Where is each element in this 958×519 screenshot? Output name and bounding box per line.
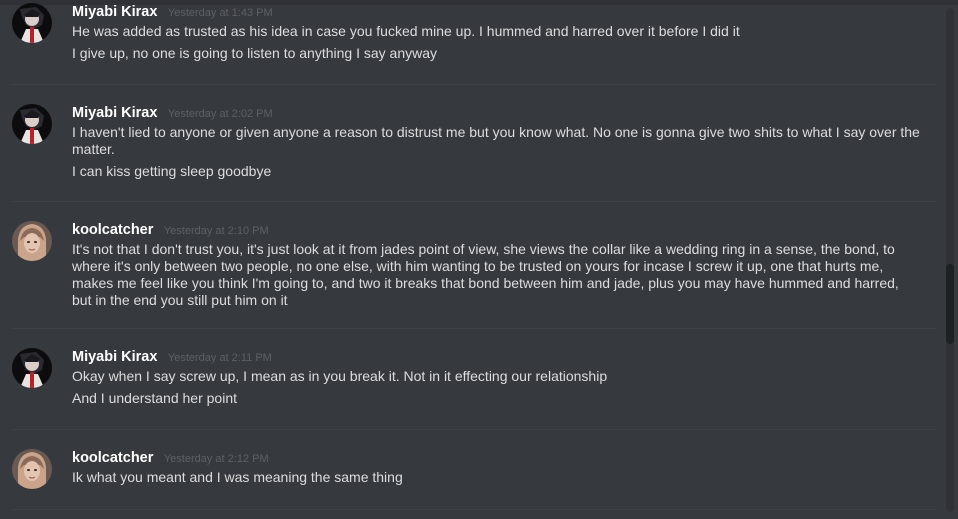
message-header: koolcatcher Yesterday at 2:12 PM — [72, 449, 922, 469]
message-group: koolcatcher Yesterday at 2:10 PM It's no… — [12, 221, 936, 329]
message-content: koolcatcher Yesterday at 2:10 PM It's no… — [72, 221, 922, 309]
message-text: I haven't lied to anyone or given anyone… — [72, 124, 920, 157]
scrollbar-thumb[interactable] — [946, 264, 954, 344]
message-text: He was added as trusted as his idea in c… — [72, 23, 740, 39]
message-group: Miyabi Kirax Yesterday at 2:11 PM Okay w… — [12, 348, 936, 430]
message-text: Ik what you meant and I was meaning the … — [72, 469, 403, 485]
user-avatar[interactable] — [12, 449, 52, 489]
message-text: Okay when I say screw up, I mean as in y… — [72, 368, 608, 384]
username[interactable]: Miyabi Kirax — [72, 349, 157, 365]
username[interactable]: koolcatcher — [72, 222, 153, 238]
timestamp: Yesterday at 2:02 PM — [167, 108, 273, 120]
message-group: Miyabi Kirax Yesterday at 1:43 PM He was… — [12, 3, 936, 85]
message-content: Miyabi Kirax Yesterday at 1:43 PM He was… — [72, 3, 922, 62]
message-content: Miyabi Kirax Yesterday at 2:11 PM Okay w… — [72, 348, 922, 407]
username[interactable]: Miyabi Kirax — [72, 105, 157, 121]
chat-messages: Miyabi Kirax Yesterday at 1:43 PM He was… — [0, 0, 958, 519]
user-avatar[interactable] — [12, 221, 52, 261]
timestamp: Yesterday at 2:12 PM — [163, 453, 269, 465]
message-content: koolcatcher Yesterday at 2:12 PM Ik what… — [72, 449, 922, 486]
message-group: koolcatcher Yesterday at 2:12 PM Ik what… — [12, 449, 936, 510]
user-avatar[interactable] — [12, 104, 52, 144]
user-avatar[interactable] — [12, 3, 52, 43]
message-text: I can kiss getting sleep goodbye — [72, 163, 272, 179]
message-text: It's not that I don't trust you, it's ju… — [72, 241, 899, 308]
timestamp: Yesterday at 2:11 PM — [167, 352, 272, 364]
username[interactable]: koolcatcher — [72, 450, 153, 466]
message-header: Miyabi Kirax Yesterday at 2:11 PM — [72, 348, 922, 368]
message-text: And I understand her point — [72, 390, 238, 406]
timestamp: Yesterday at 2:10 PM — [163, 225, 269, 237]
message-header: Miyabi Kirax Yesterday at 1:43 PM — [72, 3, 922, 23]
message-header: koolcatcher Yesterday at 2:10 PM — [72, 221, 922, 241]
message-header: Miyabi Kirax Yesterday at 2:02 PM — [72, 104, 922, 124]
message-group: Miyabi Kirax Yesterday at 2:02 PM I have… — [12, 104, 936, 202]
timestamp: Yesterday at 1:43 PM — [167, 7, 273, 19]
message-content: Miyabi Kirax Yesterday at 2:02 PM I have… — [72, 104, 922, 180]
message-text: I give up, no one is going to listen to … — [72, 45, 438, 61]
scrollbar[interactable] — [946, 8, 954, 512]
username[interactable]: Miyabi Kirax — [72, 4, 157, 20]
user-avatar[interactable] — [12, 348, 52, 388]
